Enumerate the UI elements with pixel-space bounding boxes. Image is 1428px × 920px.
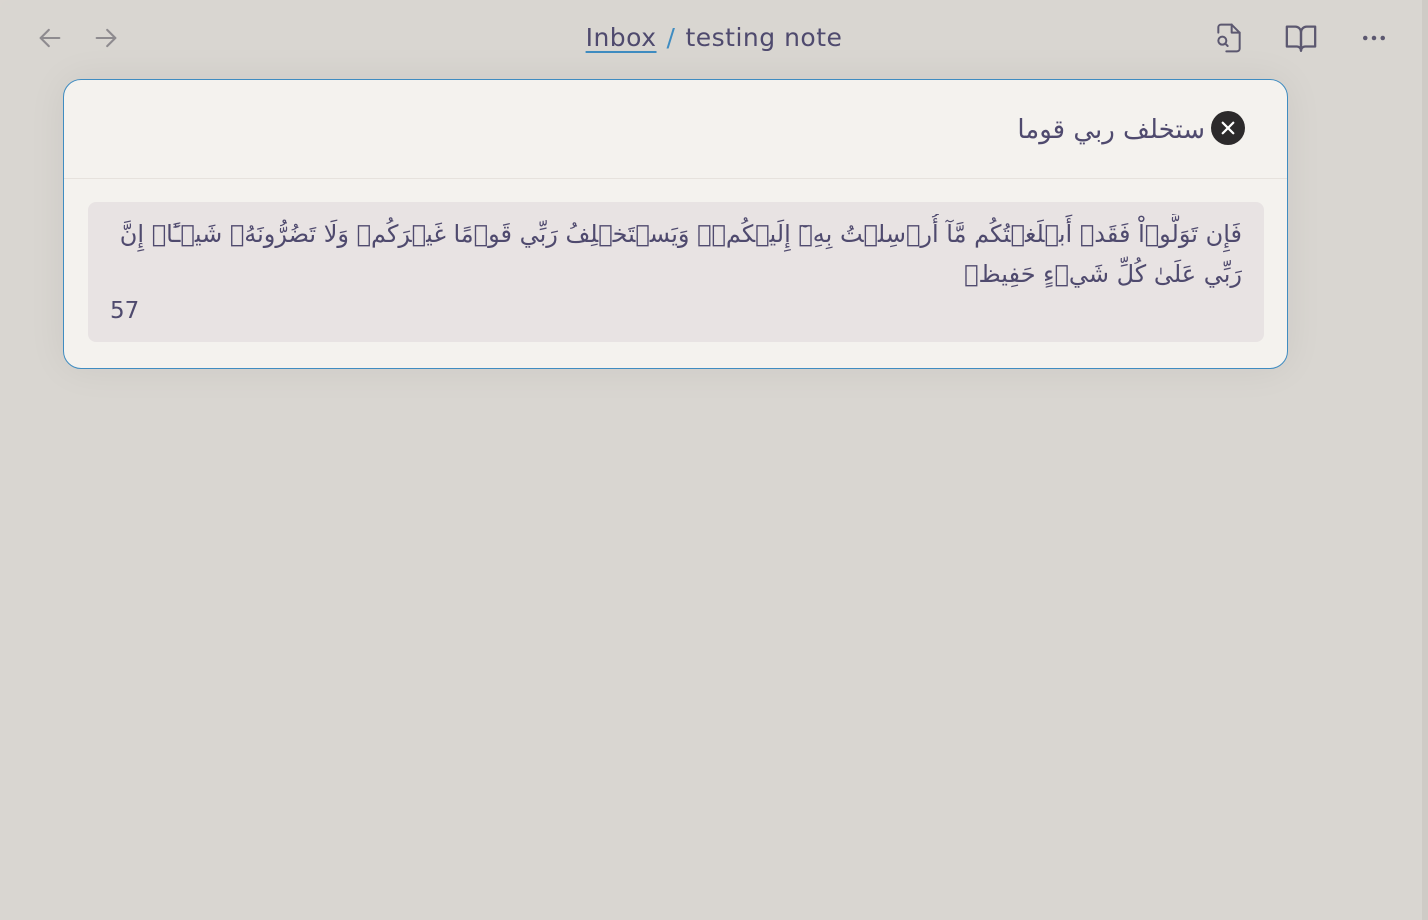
search-result-text: فَإِن تَوَلَّوۡاْ فَقَدۡ أَبۡلَغۡتُكُم م… — [119, 220, 1242, 288]
more-options-button[interactable] — [1354, 18, 1394, 58]
window-edge — [1422, 0, 1428, 920]
breadcrumb-separator: / — [666, 23, 676, 52]
close-icon — [1221, 121, 1235, 135]
search-input[interactable] — [94, 104, 1207, 156]
book-open-icon — [1285, 25, 1317, 52]
search-bar — [64, 80, 1287, 179]
search-result-item[interactable]: فَإِن تَوَلَّوۡاْ فَقَدۡ أَبۡلَغۡتُكُم م… — [88, 202, 1264, 342]
preview-search-button[interactable] — [1209, 18, 1249, 58]
breadcrumb-note-title[interactable]: testing note — [685, 23, 842, 52]
app-window: Inbox / testing note ستخلف ربي قوما فَإِ… — [0, 0, 1428, 920]
more-horizontal-icon — [1363, 35, 1385, 41]
search-result-line-number: 57 — [110, 298, 140, 324]
breadcrumb-folder[interactable]: Inbox — [586, 23, 657, 52]
search-modal: فَإِن تَوَلَّوۡاْ فَقَدۡ أَبۡلَغۡتُكُم م… — [63, 79, 1288, 369]
file-search-icon — [1217, 23, 1241, 53]
reading-view-button[interactable] — [1281, 18, 1321, 58]
clear-search-button[interactable] — [1211, 111, 1245, 145]
